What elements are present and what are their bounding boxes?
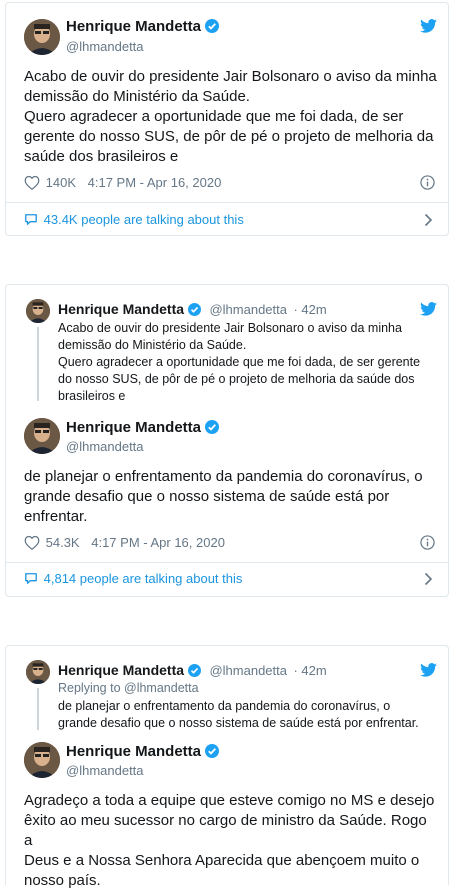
author-handle[interactable]: @lhmandetta [66, 39, 144, 54]
chevron-right-icon[interactable] [424, 213, 433, 232]
avatar[interactable] [24, 19, 60, 55]
thread-line [37, 327, 39, 401]
tweet-meta: 140K 4:17 PM - Apr 16, 2020 [24, 175, 221, 193]
thread-line [37, 688, 39, 730]
replying-to[interactable]: Replying to @lhmandetta [58, 681, 199, 695]
conversation-count: 4,814 people are talking about this [43, 571, 243, 586]
tweet-text: de planejar o enfrentamento da pandemia … [24, 468, 423, 525]
author-name[interactable]: Henrique Mandetta [66, 18, 220, 37]
twitter-bird-icon[interactable] [420, 19, 437, 38]
avatar[interactable] [24, 742, 60, 778]
twitter-bird-icon[interactable] [420, 302, 437, 321]
author-handle[interactable]: @lhmandetta [209, 663, 287, 678]
tweet-age[interactable]: · 42m [293, 302, 326, 317]
heart-icon[interactable] [24, 535, 40, 553]
author-handle[interactable]: @lhmandetta [66, 763, 144, 778]
parent-tweet-text: de planejar o enfrentamento da pandemia … [58, 699, 419, 730]
verified-badge-icon [205, 19, 220, 37]
twitter-bird-icon[interactable] [420, 663, 437, 682]
conversation-link[interactable]: 43.4K people are talking about this [24, 212, 244, 229]
author-handle[interactable]: @lhmandetta [209, 302, 287, 317]
tweet-text: Agradeço a toda a equipe que esteve comi… [24, 792, 435, 889]
tweet-text: Acabo de ouvir do presidente Jair Bolson… [24, 68, 437, 165]
tweet-card[interactable]: Henrique Mandetta @lhmandetta Acabo de o… [5, 2, 449, 236]
parent-header[interactable]: Henrique Mandetta @lhmandetta · 42m [58, 301, 327, 321]
tweet-card[interactable]: Henrique Mandetta @lhmandetta · 42m Repl… [5, 645, 449, 889]
verified-badge-icon [188, 664, 202, 682]
like-count[interactable]: 54.3K [46, 535, 80, 550]
info-icon[interactable] [420, 175, 435, 195]
avatar[interactable] [24, 418, 60, 454]
verified-badge-icon [205, 744, 220, 762]
author-name[interactable]: Henrique Mandetta [66, 743, 220, 762]
chevron-right-icon[interactable] [424, 572, 433, 591]
conversation-count: 43.4K people are talking about this [43, 212, 244, 227]
divider [6, 202, 448, 203]
tweet-card[interactable]: Henrique Mandetta @lhmandetta · 42m Acab… [5, 284, 449, 597]
parent-tweet-text: Acabo de ouvir do presidente Jair Bolson… [58, 321, 421, 403]
verified-badge-icon [205, 420, 220, 438]
avatar[interactable] [26, 660, 50, 684]
info-icon[interactable] [420, 535, 435, 555]
author-handle[interactable]: @lhmandetta [66, 439, 144, 454]
conversation-link[interactable]: 4,814 people are talking about this [24, 571, 242, 588]
author-name[interactable]: Henrique Mandetta [58, 662, 184, 678]
tweet-meta: 54.3K 4:17 PM - Apr 16, 2020 [24, 535, 225, 553]
author-name[interactable]: Henrique Mandetta [66, 419, 220, 438]
verified-badge-icon [188, 303, 202, 321]
comment-icon [24, 572, 38, 588]
author-name[interactable]: Henrique Mandetta [58, 301, 184, 317]
heart-icon[interactable] [24, 175, 40, 193]
parent-header[interactable]: Henrique Mandetta @lhmandetta · 42m [58, 662, 327, 682]
divider [6, 562, 448, 563]
comment-icon [24, 213, 38, 229]
timestamp[interactable]: 4:17 PM - Apr 16, 2020 [88, 175, 222, 190]
tweet-age[interactable]: · 42m [293, 663, 326, 678]
like-count[interactable]: 140K [46, 175, 76, 190]
avatar[interactable] [26, 299, 50, 323]
timestamp[interactable]: 4:17 PM - Apr 16, 2020 [91, 535, 225, 550]
